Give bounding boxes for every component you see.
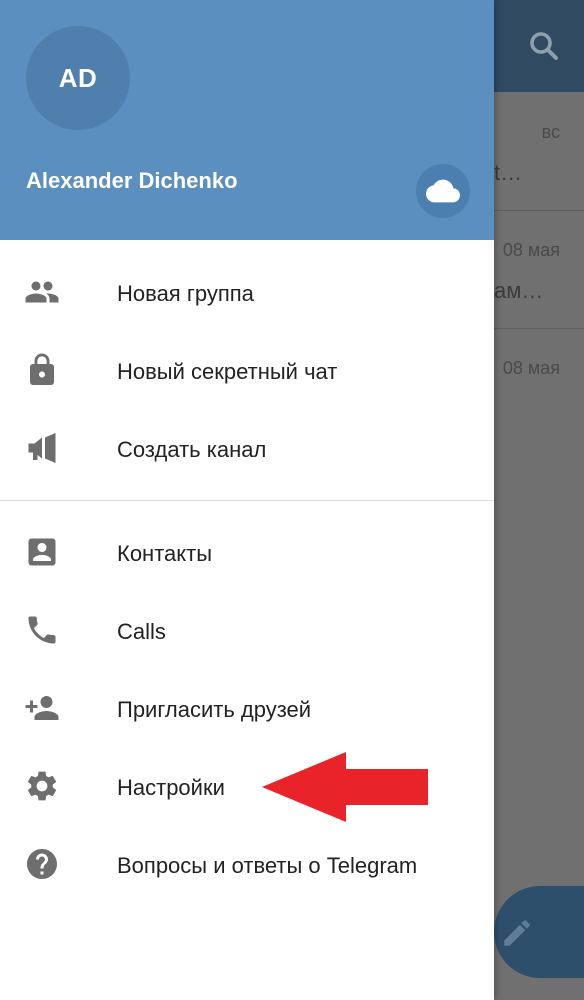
help-icon [27, 849, 57, 879]
menu-label: Настройки [117, 775, 225, 800]
add-person-icon [25, 696, 59, 720]
gear-icon [27, 771, 57, 801]
menu-item-new-secret-chat[interactable]: Новый секретный чат [0, 332, 494, 410]
drawer-header: AD Alexander Dichenko [0, 0, 494, 240]
menu-label: Новый секретный чат [117, 359, 338, 384]
menu-item-create-channel[interactable]: Создать канал [0, 410, 494, 488]
lock-icon [30, 353, 54, 385]
contact-icon [28, 538, 56, 566]
search-icon[interactable] [526, 28, 562, 64]
chat-time: вс [541, 122, 560, 142]
chat-snippet: t… [494, 160, 523, 185]
megaphone-icon [28, 433, 56, 463]
chat-time: 08 мая [502, 240, 560, 260]
avatar-initials: AD [58, 62, 98, 93]
menu-divider [0, 500, 494, 501]
group-icon [25, 281, 59, 303]
phone-icon [28, 616, 56, 644]
menu-item-invite-friends[interactable]: Пригласить друзей [0, 670, 494, 748]
cloud-icon [426, 179, 460, 203]
navigation-drawer: AD Alexander Dichenko Новая группа Новый… [0, 0, 494, 1000]
menu-label: Calls [117, 619, 166, 644]
menu-item-contacts[interactable]: Контакты [0, 514, 494, 592]
chat-snippet: ам… [494, 278, 544, 303]
menu-label: Создать канал [117, 437, 267, 462]
menu-label: Контакты [117, 541, 213, 566]
avatar[interactable]: AD [26, 26, 130, 130]
menu-label: Пригласить друзей [117, 697, 312, 722]
annotation-arrow [262, 752, 428, 822]
chat-time: 08 мая [502, 358, 560, 378]
pencil-icon [504, 920, 530, 946]
menu-item-calls[interactable]: Calls [0, 592, 494, 670]
user-name: Alexander Dichenko [26, 168, 238, 193]
menu-item-new-group[interactable]: Новая группа [0, 254, 494, 332]
saved-messages-button[interactable] [416, 164, 470, 218]
menu-label: Вопросы и ответы о Telegram [117, 853, 418, 878]
menu-label: Новая группа [117, 281, 254, 306]
menu-item-faq[interactable]: Вопросы и ответы о Telegram [0, 826, 494, 904]
